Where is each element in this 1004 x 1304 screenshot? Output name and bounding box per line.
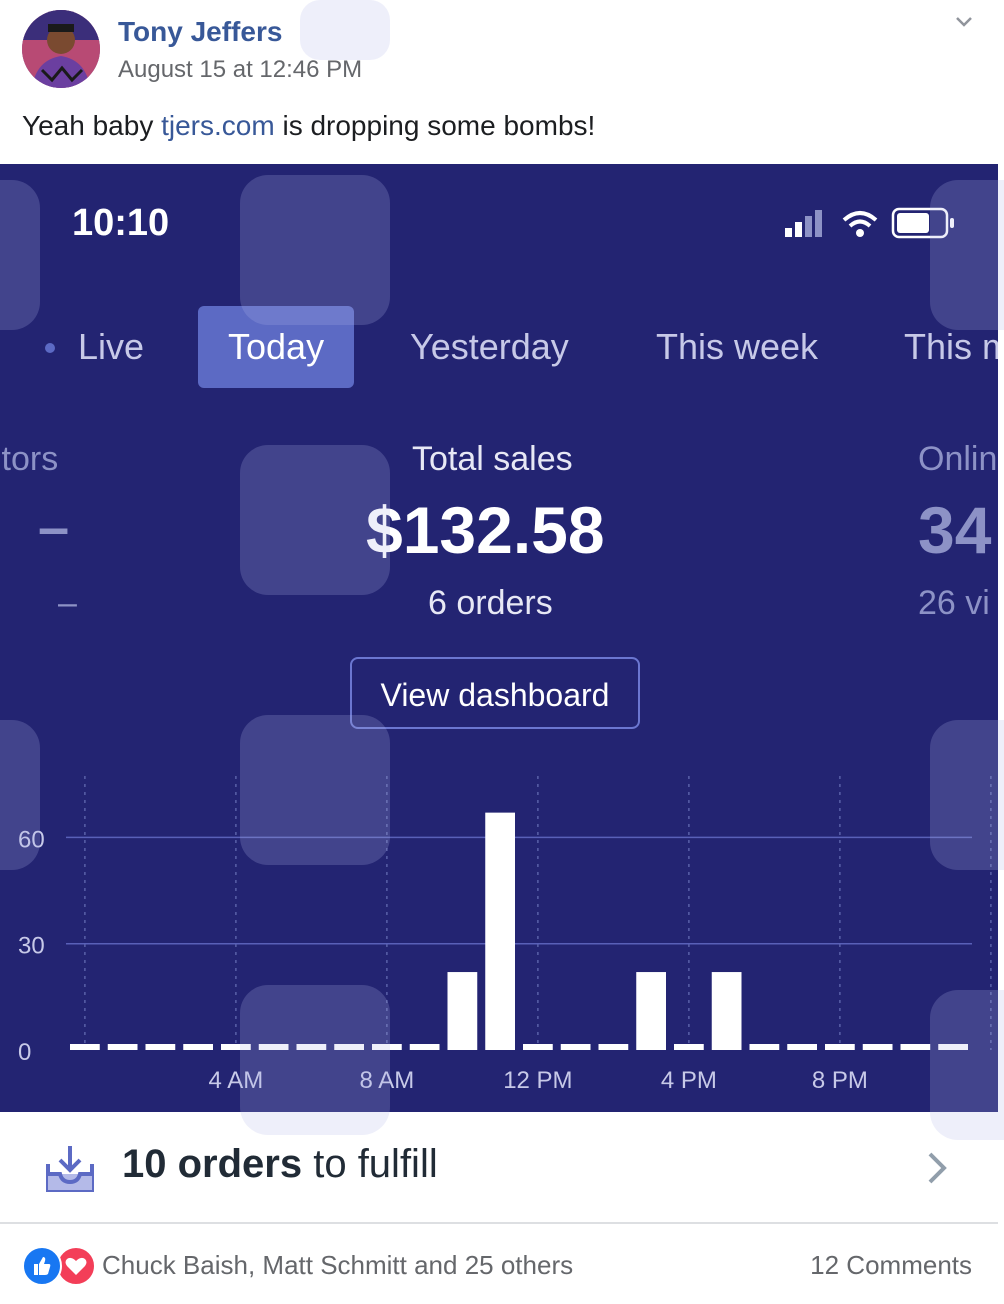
status-icons	[785, 207, 954, 239]
online-sub: 26 vi	[918, 584, 990, 622]
bar	[749, 1044, 780, 1050]
sales-bar-chart: 0 30 60 4 AM 8 AM 12 PM 4 PM 8 PM	[18, 776, 992, 1094]
orders-to-fulfill-rest: to fulfill	[302, 1142, 438, 1186]
online-value: 34	[918, 493, 992, 567]
live-dot	[45, 343, 55, 353]
bar	[560, 1044, 591, 1050]
bar	[523, 1044, 553, 1050]
bar	[862, 1044, 893, 1050]
battery-icon	[891, 207, 954, 239]
bar	[598, 1044, 629, 1050]
bar	[938, 1044, 968, 1050]
orders-to-fulfill-row[interactable]: 10 orders to fulfill	[0, 1112, 998, 1224]
visitors-sub: –	[58, 584, 77, 622]
x-tick-label: 12 PM	[503, 1067, 572, 1094]
bar	[145, 1044, 176, 1050]
post-timestamp[interactable]: August 15 at 12:46 PM	[118, 56, 362, 84]
bar	[674, 1044, 704, 1050]
x-tick-label: 8 AM	[360, 1067, 415, 1094]
orders-to-fulfill-text: 10 orders to fulfill	[122, 1142, 438, 1187]
visitors-value: –	[38, 495, 70, 558]
bar	[183, 1044, 213, 1050]
shopify-screenshot[interactable]: 10:10 Live Today Yesterday This week Thi…	[0, 164, 998, 1112]
view-dashboard-button[interactable]: View dashboard	[350, 657, 640, 729]
post-text-before: Yeah baby	[22, 110, 162, 141]
x-tick-label: 8 PM	[812, 1067, 868, 1094]
signal-icon	[785, 210, 822, 237]
bar	[107, 1044, 138, 1050]
bar	[409, 1044, 440, 1050]
orders-count: 6 orders	[428, 584, 553, 622]
date-range-tabs: Live Today Yesterday This week This m	[0, 306, 998, 390]
bar	[447, 972, 478, 1050]
bar	[258, 1044, 289, 1050]
author-name[interactable]: Tony Jeffers	[118, 16, 282, 48]
y-tick-label: 0	[18, 1039, 31, 1066]
tab-yesterday[interactable]: Yesterday	[410, 306, 569, 388]
online-label: Onlin	[918, 440, 998, 478]
post-text-after: is dropping some bombs!	[274, 110, 596, 141]
total-sales-value: $132.58	[366, 493, 605, 567]
inbox-download-icon	[46, 1146, 94, 1192]
love-icon[interactable]	[56, 1246, 96, 1286]
reactions-bar: Chuck Baish, Matt Schmitt and 25 others …	[0, 1224, 1004, 1304]
comments-count[interactable]: 12 Comments	[810, 1250, 972, 1281]
author-avatar[interactable]	[22, 10, 100, 88]
x-tick-label: 4 AM	[209, 1067, 264, 1094]
bar	[334, 1044, 364, 1050]
bar	[825, 1044, 855, 1050]
orders-to-fulfill-count: 10 orders	[122, 1142, 303, 1186]
bar	[70, 1044, 100, 1050]
chevron-right-icon	[928, 1152, 947, 1184]
x-tick-label: 4 PM	[661, 1067, 717, 1094]
bar	[711, 972, 742, 1050]
y-tick-label: 60	[18, 826, 45, 853]
bar	[787, 1044, 817, 1050]
tab-today[interactable]: Today	[198, 306, 355, 388]
tab-this-week[interactable]: This week	[656, 306, 818, 388]
tab-live[interactable]: Live	[78, 306, 144, 388]
bar	[636, 972, 666, 1050]
bar	[296, 1044, 327, 1050]
bar	[900, 1044, 931, 1050]
post-link[interactable]: tjers.com	[161, 110, 275, 141]
y-tick-label: 30	[18, 933, 45, 960]
chevron-down-icon[interactable]	[954, 12, 974, 32]
bar	[221, 1044, 251, 1050]
post-header: Tony Jeffers August 15 at 12:46 PM Yeah …	[0, 0, 1004, 164]
visitors-label: itors	[0, 440, 59, 478]
status-time: 10:10	[72, 202, 170, 244]
like-icon[interactable]	[22, 1246, 62, 1286]
bar	[485, 812, 515, 1050]
post-text: Yeah baby tjers.com is dropping some bom…	[22, 110, 595, 142]
tab-this-month[interactable]: This m	[904, 306, 998, 388]
bar	[372, 1044, 402, 1050]
reaction-names[interactable]: Chuck Baish, Matt Schmitt and 25 others	[102, 1250, 573, 1281]
wifi-icon	[842, 211, 878, 237]
total-sales-label: Total sales	[412, 440, 573, 478]
